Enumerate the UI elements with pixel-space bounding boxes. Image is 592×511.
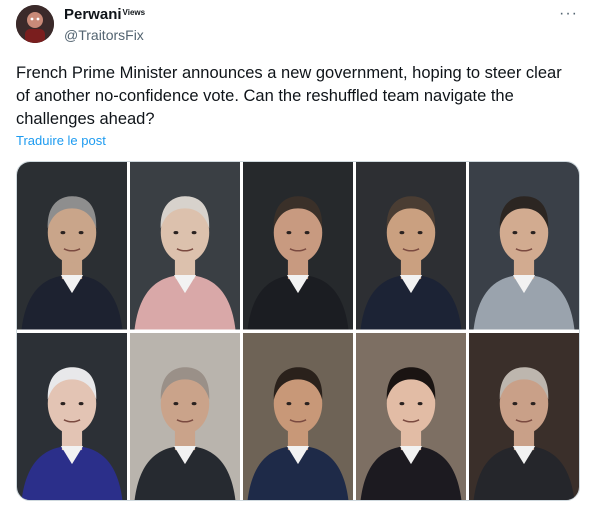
portrait-image [130,332,240,500]
author-name[interactable]: PerwaniViews [64,6,145,24]
avatar-image [16,5,54,43]
more-options-icon[interactable]: ··· [559,6,578,22]
translate-link[interactable]: Traduire le post [16,133,106,148]
author-handle[interactable]: @TraitorsFix [64,26,144,44]
portrait-photo[interactable] [17,162,127,330]
portrait-photo[interactable] [243,162,353,330]
portrait-photo[interactable] [17,332,127,500]
portrait-photo[interactable] [469,332,579,500]
portrait-image [356,162,466,330]
portrait-image [469,162,579,330]
portrait-photo[interactable] [130,332,240,500]
name-badge: Views [122,8,146,17]
portrait-photo[interactable] [469,162,579,330]
portrait-image [17,162,127,330]
portrait-image [130,162,240,330]
portrait-photo[interactable] [130,162,240,330]
portrait-image [356,332,466,500]
portrait-photo[interactable] [356,162,466,330]
display-name[interactable]: Perwani [64,6,122,23]
photo-grid[interactable] [16,161,580,501]
portrait-photo[interactable] [356,332,466,500]
portrait-image [17,332,127,500]
portrait-photo[interactable] [243,332,353,500]
portrait-image [243,162,353,330]
portrait-image [243,332,353,500]
avatar[interactable] [16,5,54,43]
tweet-text: French Prime Minister announces a new go… [16,64,562,128]
portrait-image [469,332,579,500]
